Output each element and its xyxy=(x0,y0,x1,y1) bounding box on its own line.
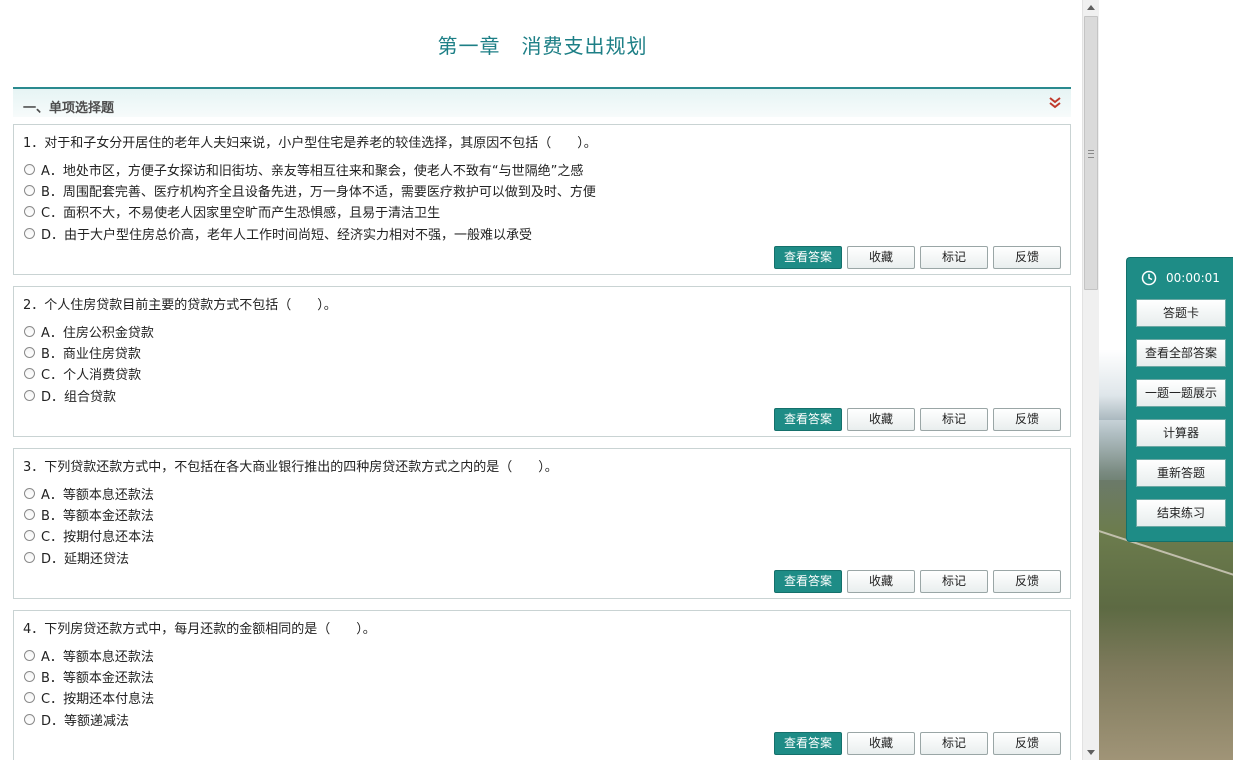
question-stem: 3．下列贷款还款方式中，不包括在各大商业银行推出的四种房贷还款方式之内的是（ ）… xyxy=(23,460,558,475)
view-all-answers-button[interactable]: 查看全部答案 xyxy=(1136,339,1226,367)
option-a[interactable]: A．等额本息还款法 xyxy=(24,484,154,503)
mark-button[interactable]: 标记 xyxy=(920,246,988,269)
option-text: D．由于大户型住房总价高，老年人工作时间尚短、经济实力相对不强，一般难以承受 xyxy=(41,228,533,243)
radio-button[interactable] xyxy=(24,509,35,520)
question-card: 2．个人住房贷款目前主要的贷款方式不包括（ ）。 A．住房公积金贷款 B．商业住… xyxy=(13,286,1071,437)
question-stem: 2．个人住房贷款目前主要的贷款方式不包括（ ）。 xyxy=(23,298,337,313)
mark-button[interactable]: 标记 xyxy=(920,408,988,431)
vertical-scrollbar[interactable] xyxy=(1082,0,1099,760)
radio-button[interactable] xyxy=(24,347,35,358)
favorite-button[interactable]: 收藏 xyxy=(847,732,915,755)
option-text: C．面积不大，不易使老人因家里空旷而产生恐惧感，且易于清洁卫生 xyxy=(41,206,441,221)
option-c[interactable]: C．按期还本付息法 xyxy=(24,688,154,707)
option-d[interactable]: D．组合贷款 xyxy=(24,386,116,405)
radio-button[interactable] xyxy=(24,650,35,661)
question-stem: 1．对于和子女分开居住的老年人夫妇来说，小户型住宅是养老的较佳选择，其原因不包括… xyxy=(23,136,597,151)
radio-button[interactable] xyxy=(24,390,35,401)
option-text: B．等额本金还款法 xyxy=(41,671,154,686)
option-text: A．地处市区，方便子女探访和旧街坊、亲友等相互往来和聚会，使老人不致有“与世隔绝… xyxy=(41,164,584,179)
feedback-button[interactable]: 反馈 xyxy=(993,246,1061,269)
option-text: A．等额本息还款法 xyxy=(41,488,154,503)
feedback-button[interactable]: 反馈 xyxy=(993,732,1061,755)
option-c[interactable]: C．个人消费贷款 xyxy=(24,364,141,383)
option-c[interactable]: C．面积不大，不易使老人因家里空旷而产生恐惧感，且易于清洁卫生 xyxy=(24,202,440,221)
radio-button[interactable] xyxy=(24,488,35,499)
double-chevron-down-icon[interactable] xyxy=(1049,97,1061,109)
one-by-one-button[interactable]: 一题一题展示 xyxy=(1136,379,1226,407)
timer-value: 00:00:01 xyxy=(1166,271,1220,285)
question-card: 4．下列房贷还款方式中，每月还款的金额相同的是（ ）。 A．等额本息还款法 B．… xyxy=(13,610,1071,760)
option-b[interactable]: B．等额本金还款法 xyxy=(24,667,154,686)
answer-card-button[interactable]: 答题卡 xyxy=(1136,299,1226,327)
question-stem: 4．下列房贷还款方式中，每月还款的金额相同的是（ ）。 xyxy=(23,622,376,637)
radio-button[interactable] xyxy=(24,185,35,196)
favorite-button[interactable]: 收藏 xyxy=(847,570,915,593)
question-card: 1．对于和子女分开居住的老年人夫妇来说，小户型住宅是养老的较佳选择，其原因不包括… xyxy=(13,124,1071,275)
scroll-down-arrow-icon[interactable] xyxy=(1087,750,1095,755)
question-card: 3．下列贷款还款方式中，不包括在各大商业银行推出的四种房贷还款方式之内的是（ ）… xyxy=(13,448,1071,599)
radio-button[interactable] xyxy=(24,714,35,725)
radio-button[interactable] xyxy=(24,228,35,239)
radio-button[interactable] xyxy=(24,206,35,217)
radio-button[interactable] xyxy=(24,671,35,682)
option-d[interactable]: D．延期还贷法 xyxy=(24,548,129,567)
option-d[interactable]: D．由于大户型住房总价高，老年人工作时间尚短、经济实力相对不强，一般难以承受 xyxy=(24,224,532,243)
restart-button[interactable]: 重新答题 xyxy=(1136,459,1226,487)
chapter-title: 第一章 消费支出规划 xyxy=(437,34,648,58)
section-header[interactable]: 一、单项选择题 xyxy=(13,87,1071,117)
radio-button[interactable] xyxy=(24,326,35,337)
scroll-up-arrow-icon[interactable] xyxy=(1087,5,1095,10)
option-a[interactable]: A．地处市区，方便子女探访和旧街坊、亲友等相互往来和聚会，使老人不致有“与世隔绝… xyxy=(24,160,583,179)
option-text: A．住房公积金贷款 xyxy=(41,326,154,341)
option-text: C．按期还本付息法 xyxy=(41,692,155,707)
option-text: B．商业住房贷款 xyxy=(41,347,141,362)
option-b[interactable]: B．等额本金还款法 xyxy=(24,505,154,524)
feedback-button[interactable]: 反馈 xyxy=(993,408,1061,431)
option-d[interactable]: D．等额递减法 xyxy=(24,710,129,729)
radio-button[interactable] xyxy=(24,368,35,379)
side-tool-panel: 00:00:01 答题卡 查看全部答案 一题一题展示 计算器 重新答题 结束练习 xyxy=(1126,257,1233,542)
option-b[interactable]: B．周围配套完善、医疗机构齐全且设备先进，万一身体不适，需要医疗救护可以做到及时… xyxy=(24,181,596,200)
view-answer-button[interactable]: 查看答案 xyxy=(774,246,842,269)
favorite-button[interactable]: 收藏 xyxy=(847,246,915,269)
radio-button[interactable] xyxy=(24,692,35,703)
background-road xyxy=(1086,530,1233,617)
option-a[interactable]: A．等额本息还款法 xyxy=(24,646,154,665)
option-text: D．组合贷款 xyxy=(41,390,117,405)
section-label: 一、单项选择题 xyxy=(23,101,115,116)
radio-button[interactable] xyxy=(24,164,35,175)
option-text: B．周围配套完善、医疗机构齐全且设备先进，万一身体不适，需要医疗救护可以做到及时… xyxy=(41,185,596,200)
view-answer-button[interactable]: 查看答案 xyxy=(774,732,842,755)
end-practice-button[interactable]: 结束练习 xyxy=(1136,499,1226,527)
exercise-page: 第一章 消费支出规划 一、单项选择题 1．对于和子女分开居住的老年人夫妇来说，小… xyxy=(0,0,1082,760)
option-text: D．延期还贷法 xyxy=(41,552,130,567)
favorite-button[interactable]: 收藏 xyxy=(847,408,915,431)
timer: 00:00:01 xyxy=(1141,270,1220,286)
feedback-button[interactable]: 反馈 xyxy=(993,570,1061,593)
option-text: C．个人消费贷款 xyxy=(41,368,142,383)
option-text: A．等额本息还款法 xyxy=(41,650,154,665)
option-text: D．等额递减法 xyxy=(41,714,130,729)
mark-button[interactable]: 标记 xyxy=(920,732,988,755)
calculator-button[interactable]: 计算器 xyxy=(1136,419,1226,447)
radio-button[interactable] xyxy=(24,530,35,541)
mark-button[interactable]: 标记 xyxy=(920,570,988,593)
option-text: B．等额本金还款法 xyxy=(41,509,154,524)
option-text: C．按期付息还本法 xyxy=(41,530,155,545)
clock-icon xyxy=(1141,270,1157,286)
radio-button[interactable] xyxy=(24,552,35,563)
option-c[interactable]: C．按期付息还本法 xyxy=(24,526,154,545)
scrollbar-thumb[interactable] xyxy=(1084,16,1098,290)
view-answer-button[interactable]: 查看答案 xyxy=(774,570,842,593)
option-a[interactable]: A．住房公积金贷款 xyxy=(24,322,154,341)
view-answer-button[interactable]: 查看答案 xyxy=(774,408,842,431)
grip-icon xyxy=(1088,150,1094,158)
option-b[interactable]: B．商业住房贷款 xyxy=(24,343,141,362)
